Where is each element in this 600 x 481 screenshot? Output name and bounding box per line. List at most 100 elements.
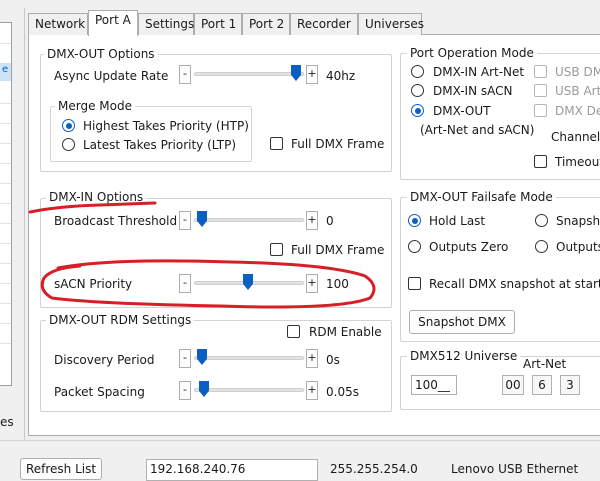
packet-spacing-slider[interactable] — [194, 388, 304, 392]
tab-port-2[interactable]: Port 2 — [242, 13, 290, 35]
channel-label: Channel — [551, 130, 600, 144]
mode-dmx-in-sacn-label[interactable]: DMX-IN sACN — [433, 84, 512, 98]
failsafe-hold-last-label[interactable]: Hold Last — [429, 214, 485, 228]
list-row-line — [0, 163, 11, 164]
discovery-period-label: Discovery Period — [54, 353, 155, 367]
bottom-bar-separator — [0, 440, 600, 441]
list-row-line — [0, 183, 11, 184]
async-update-rate-decrement-button[interactable]: - — [179, 65, 191, 84]
timeout-checkbox[interactable] — [534, 155, 547, 168]
merge-mode-title: Merge Mode — [55, 99, 135, 113]
selected-list-row-text: e — [2, 64, 9, 75]
merge-mode-ltp-radio[interactable] — [62, 138, 75, 151]
list-row-line — [0, 243, 11, 244]
mode-dmx-in-sacn-radio[interactable] — [411, 84, 424, 97]
recall-snapshot-checkbox[interactable] — [408, 277, 421, 290]
sacn-priority-label: sACN Priority — [54, 277, 133, 291]
universe-input[interactable]: 100__ — [411, 375, 457, 395]
discovery-period-increment-button[interactable]: + — [306, 349, 318, 368]
snapshot-dmx-button[interactable]: Snapshot DMX — [409, 310, 515, 334]
broadcast-threshold-decrement-button[interactable]: - — [179, 211, 191, 230]
sacn-priority-increment-button[interactable]: + — [306, 274, 318, 293]
list-row-line — [0, 283, 11, 284]
usb-artnet-checkbox[interactable] — [534, 84, 547, 97]
mode-dmx-out-label[interactable]: DMX-OUT — [433, 104, 490, 118]
sacn-priority-decrement-button[interactable]: - — [179, 274, 191, 293]
recall-snapshot-label[interactable]: Recall DMX snapshot at startup — [429, 277, 600, 291]
list-row-line — [0, 263, 11, 264]
list-row-line — [0, 143, 11, 144]
tab-recorder[interactable]: Recorder — [290, 13, 358, 35]
mode-dmx-out-sublabel: (Art-Net and sACN) — [420, 123, 535, 137]
merge-mode-htp-label[interactable]: Highest Takes Priority (HTP) — [83, 119, 249, 133]
packet-spacing-label: Packet Spacing — [54, 385, 145, 399]
failsafe-outputs-zero-radio[interactable] — [408, 240, 421, 253]
discovery-period-slider[interactable] — [194, 356, 304, 360]
artnet-universe-field[interactable]: 3 — [560, 375, 580, 395]
port-operation-mode-title: Port Operation Mode — [407, 46, 537, 60]
refresh-list-button[interactable]: Refresh List — [20, 458, 102, 480]
left-panel-label: es — [0, 415, 14, 429]
broadcast-threshold-label: Broadcast Threshold — [54, 214, 178, 228]
discovery-period-decrement-button[interactable]: - — [179, 349, 191, 368]
ip-address-field[interactable]: 192.168.240.76 — [146, 459, 318, 481]
tab-settings[interactable]: Settings — [138, 13, 194, 35]
list-row-line — [0, 343, 11, 344]
failsafe-snapshot-label[interactable]: Snapsho — [556, 214, 600, 228]
dmx-out-full-frame-label[interactable]: Full DMX Frame — [291, 137, 384, 151]
list-row-line — [0, 123, 11, 124]
broadcast-threshold-value: 0 — [326, 214, 334, 228]
timeout-label[interactable]: Timeout — [555, 155, 600, 169]
failsafe-outputs-radio[interactable] — [535, 240, 548, 253]
rdm-settings-title: DMX-OUT RDM Settings — [46, 313, 195, 327]
artnet-label: Art-Net — [523, 357, 567, 371]
dmx-in-full-frame-label[interactable]: Full DMX Frame — [291, 243, 384, 257]
tab-port-a[interactable]: Port A — [88, 10, 138, 36]
discovery-period-value: 0s — [326, 353, 340, 367]
usb-artnet-label: USB Art — [555, 84, 600, 98]
merge-mode-ltp-label[interactable]: Latest Takes Priority (LTP) — [83, 138, 236, 152]
dmx512-universe-title: DMX512 Universe — [407, 349, 521, 363]
usb-dmx-label: USB DM — [555, 65, 600, 79]
failsafe-mode-title: DMX-OUT Failsafe Mode — [407, 190, 556, 204]
packet-spacing-value: 0.05s — [326, 385, 359, 399]
artnet-net-field[interactable]: 00 — [502, 375, 524, 395]
async-update-rate-increment-button[interactable]: + — [306, 65, 318, 84]
mode-dmx-in-artnet-label[interactable]: DMX-IN Art-Net — [433, 65, 524, 79]
tab-universes[interactable]: Universes — [358, 13, 424, 35]
artnet-subnet-field[interactable]: 6 — [532, 375, 552, 395]
list-row-line — [0, 223, 11, 224]
async-update-rate-label: Async Update Rate — [54, 69, 169, 83]
merge-mode-htp-radio[interactable] — [62, 119, 75, 132]
network-adapter-name: Lenovo USB Ethernet — [451, 462, 579, 476]
sacn-priority-value: 100 — [326, 277, 349, 291]
usb-dmx-checkbox[interactable] — [534, 65, 547, 78]
dmx-detect-checkbox[interactable] — [534, 104, 547, 117]
list-row-line — [0, 203, 11, 204]
list-row-line — [0, 303, 11, 304]
rdm-enable-checkbox[interactable] — [287, 325, 300, 338]
dmx-in-options-title: DMX-IN Options — [46, 190, 147, 204]
device-list-panel[interactable]: e — [0, 22, 12, 386]
failsafe-outputs-zero-label[interactable]: Outputs Zero — [429, 240, 508, 254]
tab-network[interactable]: Network — [28, 13, 88, 35]
broadcast-threshold-increment-button[interactable]: + — [306, 211, 318, 230]
splitter[interactable] — [24, 8, 25, 440]
dmx-in-full-frame-checkbox[interactable] — [270, 243, 283, 256]
subnet-mask-text: 255.255.254.0 — [330, 462, 418, 476]
dmx-out-options-title: DMX-OUT Options — [44, 47, 158, 61]
mode-dmx-out-radio[interactable] — [411, 104, 424, 117]
packet-spacing-decrement-button[interactable]: - — [179, 381, 191, 400]
merge-mode-group — [50, 106, 252, 162]
broadcast-threshold-slider[interactable] — [194, 218, 304, 222]
failsafe-hold-last-radio[interactable] — [408, 214, 421, 227]
async-update-rate-slider[interactable] — [194, 72, 304, 76]
rdm-enable-label[interactable]: RDM Enable — [309, 325, 382, 339]
failsafe-outputs-label[interactable]: Outputs — [556, 240, 600, 254]
tab-port-1[interactable]: Port 1 — [194, 13, 242, 35]
failsafe-snapshot-radio[interactable] — [535, 214, 548, 227]
packet-spacing-increment-button[interactable]: + — [306, 381, 318, 400]
mode-dmx-in-artnet-radio[interactable] — [411, 65, 424, 78]
dmx-out-full-frame-checkbox[interactable] — [270, 137, 283, 150]
list-row-line — [0, 103, 11, 104]
